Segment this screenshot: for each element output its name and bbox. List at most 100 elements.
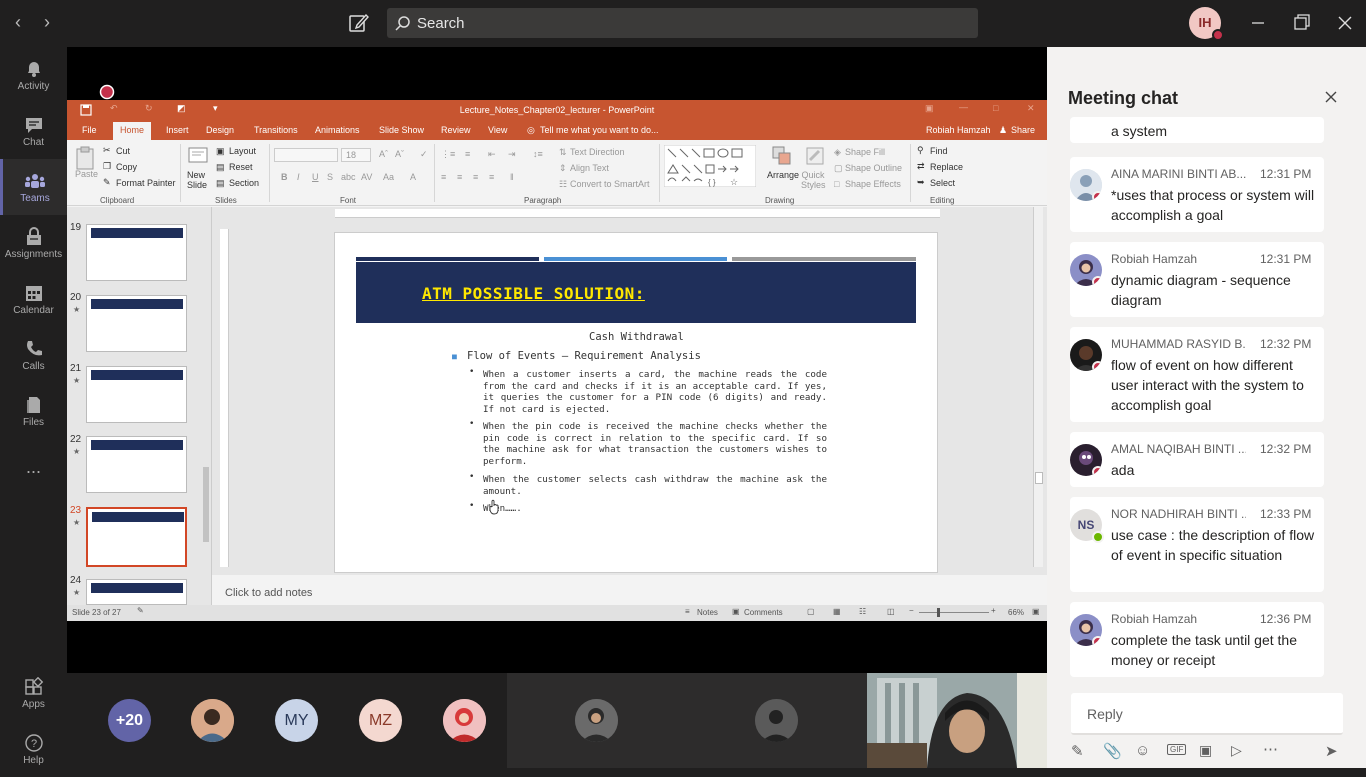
shapes-gallery[interactable]: { } ☆ — [664, 145, 756, 187]
tab-animations[interactable]: Animations — [315, 125, 360, 135]
more-participants-badge[interactable]: +20 — [108, 699, 151, 742]
bold-icon[interactable]: B — [281, 172, 288, 182]
new-slide-button[interactable]: New Slide — [187, 170, 213, 190]
clear-format-icon[interactable]: ✓ — [420, 149, 428, 160]
forward-arrow-icon[interactable]: › — [37, 12, 57, 34]
rail-item-assignments[interactable]: Assignments — [0, 215, 67, 271]
slide-sorter-icon[interactable]: ▦ — [833, 607, 841, 616]
find-button[interactable]: Find — [930, 146, 948, 156]
send-icon[interactable]: ➤ — [1325, 742, 1338, 760]
select-button[interactable]: Select — [930, 178, 955, 188]
participant-avatar[interactable] — [575, 699, 618, 742]
copy-button[interactable]: Copy — [116, 162, 137, 172]
align-right-icon[interactable]: ≡ — [473, 172, 478, 182]
shape-effects-button[interactable]: Shape Effects — [845, 179, 901, 189]
slide-thumbnail[interactable] — [86, 224, 187, 281]
decrease-indent-icon[interactable]: ⇤ — [488, 149, 496, 160]
proofing-icon[interactable]: ✎ — [137, 606, 144, 615]
meet-now-icon[interactable]: ▷ — [1231, 742, 1242, 759]
paste-button[interactable]: Paste — [75, 169, 98, 179]
minimize-icon[interactable] — [1246, 12, 1270, 34]
rail-item-apps[interactable]: Apps — [0, 665, 67, 721]
fit-slide-icon[interactable]: ▣ — [1032, 607, 1040, 616]
close-chat-icon[interactable] — [1323, 89, 1339, 105]
tab-transitions[interactable]: Transitions — [254, 125, 298, 135]
zoom-level[interactable]: 66% — [1008, 608, 1024, 617]
zoom-slider[interactable] — [919, 612, 989, 613]
italic-icon[interactable]: I — [297, 172, 300, 182]
tab-view[interactable]: View — [488, 125, 507, 135]
line-spacing-icon[interactable]: ↕≡ — [533, 149, 543, 159]
restore-icon[interactable] — [1289, 12, 1313, 34]
font-size-combo[interactable]: 18 — [341, 148, 371, 162]
more-apps-icon[interactable]: ... — [0, 447, 67, 503]
slide-scrollbar[interactable] — [1033, 207, 1043, 567]
participant-avatar[interactable]: MY — [275, 699, 318, 742]
participant-avatar[interactable]: MZ — [359, 699, 402, 742]
rail-item-calls[interactable]: Calls — [0, 327, 67, 383]
share-button[interactable]: Share — [1011, 125, 1035, 135]
align-text-button[interactable]: Align Text — [570, 163, 609, 173]
slide-thumbnail[interactable] — [86, 436, 187, 493]
slide-thumbnail[interactable] — [86, 366, 187, 423]
ppt-close-icon[interactable]: ✕ — [1027, 103, 1035, 114]
tab-home[interactable]: Home — [113, 122, 152, 140]
align-left-icon[interactable]: ≡ — [441, 172, 446, 182]
compose-icon[interactable] — [348, 12, 370, 34]
attach-icon[interactable]: 📎 — [1103, 742, 1122, 760]
slide-canvas[interactable]: ATM POSSIBLE SOLUTION: Cash Withdrawal ■… — [334, 232, 938, 573]
participant-avatar[interactable] — [443, 699, 486, 742]
slide-thumbnail[interactable] — [86, 579, 187, 605]
format-icon[interactable]: ✎ — [1071, 742, 1084, 760]
thumb-scrollbar[interactable] — [202, 207, 210, 605]
rail-item-calendar[interactable]: Calendar — [0, 271, 67, 327]
increase-indent-icon[interactable]: ⇥ — [508, 149, 516, 160]
zoom-in-icon[interactable]: + — [991, 606, 996, 615]
reading-view-icon[interactable]: ☷ — [859, 607, 866, 616]
tab-design[interactable]: Design — [206, 125, 234, 135]
reply-input[interactable]: Reply — [1071, 693, 1343, 735]
share-icon[interactable]: ♟ — [999, 125, 1007, 136]
slide-thumbnail-selected[interactable] — [86, 507, 187, 567]
font-name-combo[interactable] — [274, 148, 338, 162]
close-window-icon[interactable] — [1333, 12, 1357, 34]
tab-review[interactable]: Review — [441, 125, 471, 135]
sticker-icon[interactable]: ▣ — [1199, 742, 1212, 759]
ppt-minimize-icon[interactable]: — — [959, 102, 968, 112]
thumb-scroll-thumb[interactable] — [203, 467, 209, 542]
shape-fill-button[interactable]: Shape Fill — [845, 147, 885, 157]
search-input[interactable]: Search — [387, 8, 978, 38]
ribbon-display-icon[interactable]: ▣ — [925, 103, 934, 114]
notes-pane[interactable]: Click to add notes — [212, 582, 1047, 604]
quick-styles-button[interactable]: Quick Styles — [801, 170, 826, 190]
participant-avatar[interactable] — [755, 699, 798, 742]
zoom-slider-thumb[interactable] — [937, 608, 940, 617]
cut-button[interactable]: Cut — [116, 146, 130, 156]
more-options-icon[interactable]: ⋯ — [1263, 740, 1278, 758]
gif-icon[interactable]: GIF — [1167, 744, 1187, 755]
shrink-font-icon[interactable]: Aˇ — [395, 149, 404, 159]
slide-thumbnail[interactable] — [86, 295, 187, 352]
columns-icon[interactable]: ‖ — [510, 172, 514, 182]
strikethrough-icon[interactable]: abc — [341, 172, 356, 182]
notes-placeholder[interactable]: Click to add notes — [225, 587, 312, 599]
tab-file[interactable]: File — [82, 125, 97, 135]
rail-item-teams[interactable]: Teams — [0, 159, 67, 215]
participant-avatar[interactable] — [191, 699, 234, 742]
quick-styles-icon[interactable] — [804, 145, 826, 167]
arrange-icon[interactable] — [771, 145, 793, 167]
notes-button[interactable]: Notes — [697, 608, 718, 617]
change-case-icon[interactable]: Aa — [383, 172, 394, 182]
arrange-button[interactable]: Arrange — [767, 170, 799, 180]
underline-icon[interactable]: U — [312, 172, 319, 182]
tell-me-input[interactable]: Tell me what you want to do... — [540, 125, 659, 135]
align-center-icon[interactable]: ≡ — [457, 172, 462, 182]
zoom-out-icon[interactable]: − — [909, 606, 914, 615]
char-spacing-icon[interactable]: AV — [361, 172, 372, 182]
emoji-icon[interactable]: ☺ — [1135, 742, 1150, 759]
reset-button[interactable]: Reset — [229, 162, 253, 172]
new-slide-icon[interactable] — [187, 145, 209, 167]
user-avatar[interactable]: IH — [1189, 7, 1224, 41]
slide-scroll-thumb[interactable] — [1035, 472, 1043, 484]
self-video-preview[interactable] — [867, 673, 1047, 768]
